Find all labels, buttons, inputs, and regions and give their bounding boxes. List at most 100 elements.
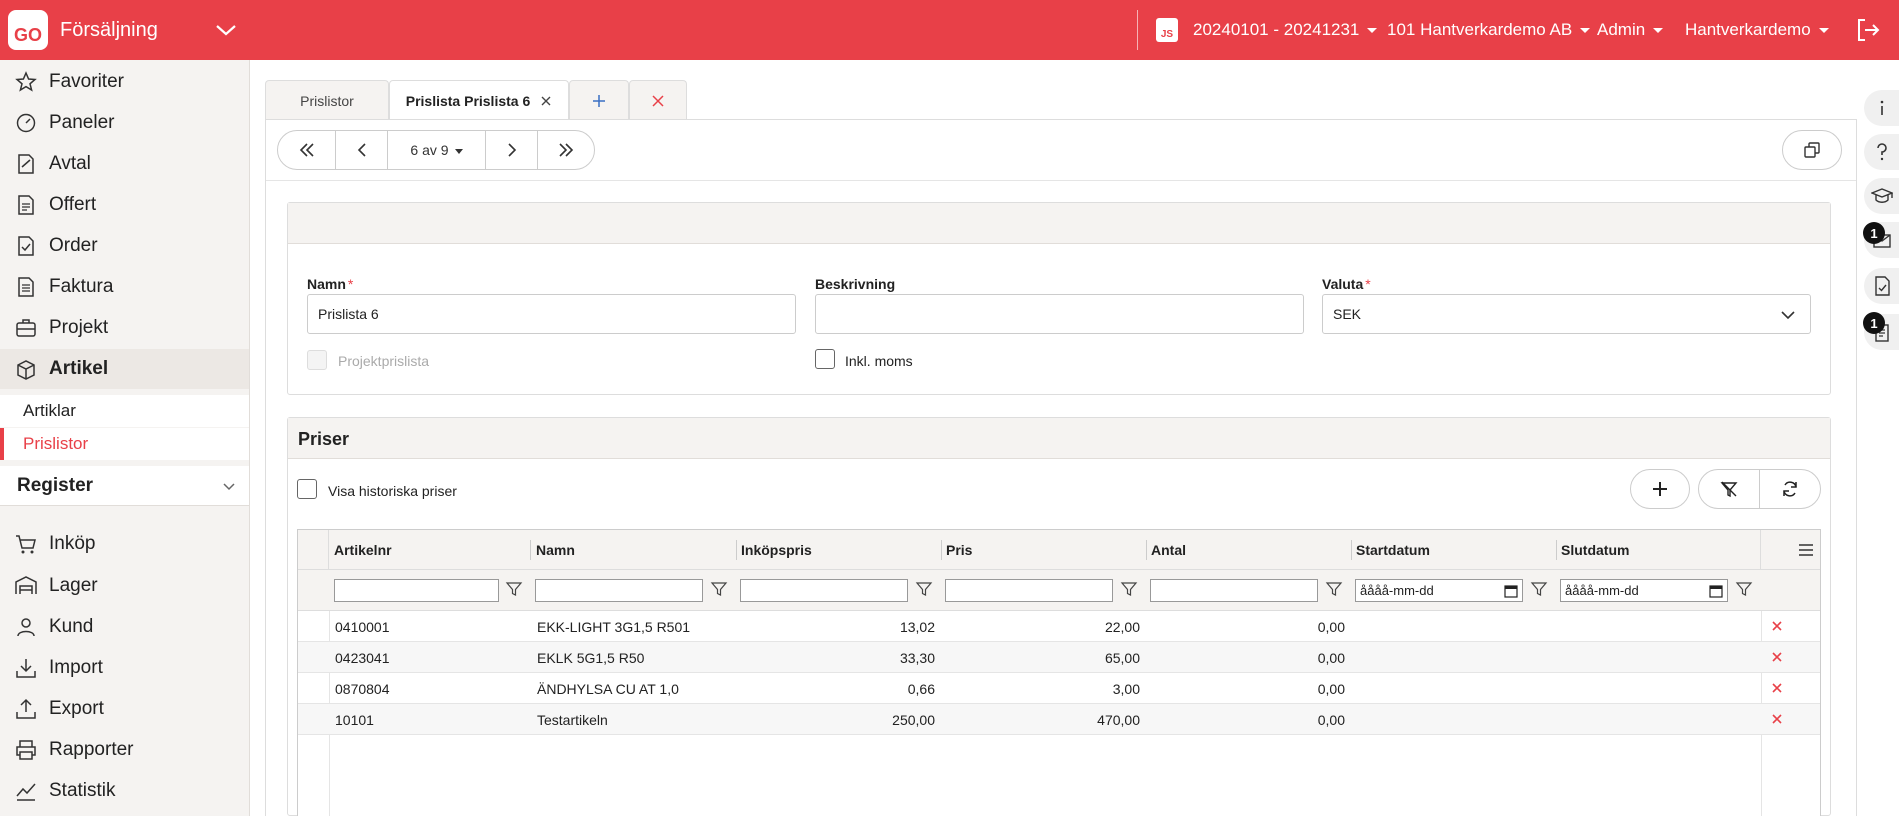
sidebar-item-offert[interactable]: Offert [0,185,249,225]
filter-icon[interactable] [1120,580,1138,598]
go-logo[interactable]: GO [8,10,48,50]
filter-icon[interactable] [1530,580,1548,598]
column-header-slutdatum[interactable]: Slutdatum [1556,530,1761,570]
project-pricelist-label: Projektprislista [338,353,430,369]
clear-filter-button[interactable] [1700,470,1758,508]
previous-record-button[interactable] [336,131,388,169]
tab-prislistor[interactable]: Prislistor [265,80,389,120]
filter-input-pris[interactable] [945,579,1113,602]
project-pricelist-checkbox[interactable] [307,350,327,370]
divider [1137,10,1138,50]
sidebar-subitem-artiklar[interactable]: Artiklar [0,395,249,427]
column-header-startdatum[interactable]: Startdatum [1351,530,1556,570]
sidebar-item-avtal[interactable]: Avtal [0,144,249,184]
caret-icon [1580,28,1591,34]
cell-antal: 0,00 [1317,618,1345,635]
column-header-artikelnr[interactable]: Artikelnr [329,530,529,570]
description-label: Beskrivning [815,276,896,292]
table-row[interactable]: 0423041 EKLK 5G1,5 R50 33,30 65,00 0,00 [298,642,1820,673]
sidebar-item-export[interactable]: Export [0,689,249,729]
help-button[interactable] [1864,134,1899,170]
calendar-icon[interactable] [1504,584,1518,598]
sidebar-item-faktura[interactable]: Faktura [0,267,249,307]
filter-icon[interactable] [915,580,933,598]
documents-button[interactable] [1864,268,1899,304]
user-selector[interactable]: Hantverkardemo [1685,20,1829,40]
delete-icon[interactable] [1770,619,1784,633]
sidebar-item-import[interactable]: Import [0,648,249,688]
cell-inkopspris: 250,00 [892,711,935,728]
sidebar-item-lager[interactable]: Lager [0,566,249,606]
add-price-button[interactable] [1630,469,1690,509]
name-field[interactable]: Prislista 6 [307,294,796,334]
sidebar-item-register[interactable]: Register [0,466,249,506]
column-header-antal[interactable]: Antal [1146,530,1351,570]
record-position-dropdown[interactable]: 6 av 9 [388,131,486,169]
filter-input-startdatum[interactable]: åååå-mm-dd [1355,579,1523,602]
incl-vat-checkbox[interactable] [815,349,835,369]
sidebar-item-projekt[interactable]: Projekt [0,308,249,348]
description-field[interactable] [815,294,1304,334]
sidebar-item-rapporter[interactable]: Rapporter [0,730,249,770]
sidebar-item-paneler[interactable]: Paneler [0,103,249,143]
sidebar-item-order[interactable]: Order [0,226,249,266]
chevron-down-icon[interactable] [214,20,238,40]
top-bar: GO Försäljning JS 20240101 - 20241231 10… [0,0,1899,60]
cell-pris: 470,00 [1097,711,1140,728]
plus-icon [593,94,605,107]
column-header-namn[interactable]: Namn [531,530,736,570]
table-row[interactable]: 0410001 EKK-LIGHT 3G1,5 R501 13,02 22,00… [298,611,1820,642]
new-tab-button[interactable] [569,80,629,120]
sidebar-item-label: Avtal [49,153,91,174]
caret-icon [454,148,463,154]
filter-icon[interactable] [505,580,523,598]
sidebar-subitem-prislistor[interactable]: Prislistor [0,428,249,460]
currency-select[interactable]: SEK [1322,294,1811,334]
filter-icon[interactable] [1325,580,1343,598]
export-icon [16,698,36,719]
delete-icon[interactable] [1770,712,1784,726]
sidebar-item-kund[interactable]: Kund [0,607,249,647]
sidebar-item-favoriter[interactable]: Favoriter [0,62,249,102]
delete-icon[interactable] [1770,681,1784,695]
close-icon[interactable] [540,95,552,107]
column-header-inkopspris[interactable]: Inköpspris [736,530,941,570]
delete-icon[interactable] [1770,650,1784,664]
role-selector[interactable]: Admin [1597,20,1664,40]
calendar-icon[interactable] [1709,584,1723,598]
js-file-icon[interactable]: JS [1156,18,1178,42]
tab-prislista-6[interactable]: Prislista Prislista 6 [389,80,569,121]
app-title[interactable]: Försäljning [60,19,158,42]
filter-input-inkopspris[interactable] [740,579,908,602]
refresh-button[interactable] [1760,470,1820,508]
filter-input-artikelnr[interactable] [334,579,499,602]
copy-button[interactable] [1782,130,1842,170]
filter-input-namn[interactable] [535,579,703,602]
currency-value: SEK [1333,306,1362,322]
sidebar-item-artikel[interactable]: Artikel [0,349,249,389]
info-button[interactable] [1864,90,1899,126]
filter-icon[interactable] [710,580,728,598]
first-record-button[interactable] [278,131,336,169]
column-header-pris[interactable]: Pris [941,530,1146,570]
cell-inkopspris: 33,30 [899,649,935,666]
next-record-button[interactable] [486,131,538,169]
table-row[interactable]: 0870804 ÄNDHYLSA CU AT 1,0 0,66 3,00 0,0… [298,673,1820,704]
filter-input-antal[interactable] [1150,579,1318,602]
table-row[interactable]: 10101 Testartikeln 250,00 470,00 0,00 [298,704,1820,735]
filter-input-slutdatum[interactable]: åååå-mm-dd [1560,579,1728,602]
close-all-tabs-button[interactable] [629,80,687,120]
filter-icon[interactable] [1735,580,1753,598]
sidebar-item-statistik[interactable]: Statistik [0,771,249,811]
last-record-button[interactable] [538,131,594,169]
company-selector[interactable]: 101 Hantverkardemo AB [1387,20,1591,40]
box-icon [17,360,35,380]
logout-icon[interactable] [1854,16,1882,44]
period-selector[interactable]: 20240101 - 20241231 [1193,20,1378,40]
menu-icon[interactable] [1798,542,1814,558]
show-history-checkbox[interactable] [297,479,317,499]
order-icon [18,236,34,256]
academy-button[interactable] [1864,178,1899,214]
clear-filter-icon [1720,481,1738,498]
sidebar-item-inkop[interactable]: Inköp [0,524,249,564]
